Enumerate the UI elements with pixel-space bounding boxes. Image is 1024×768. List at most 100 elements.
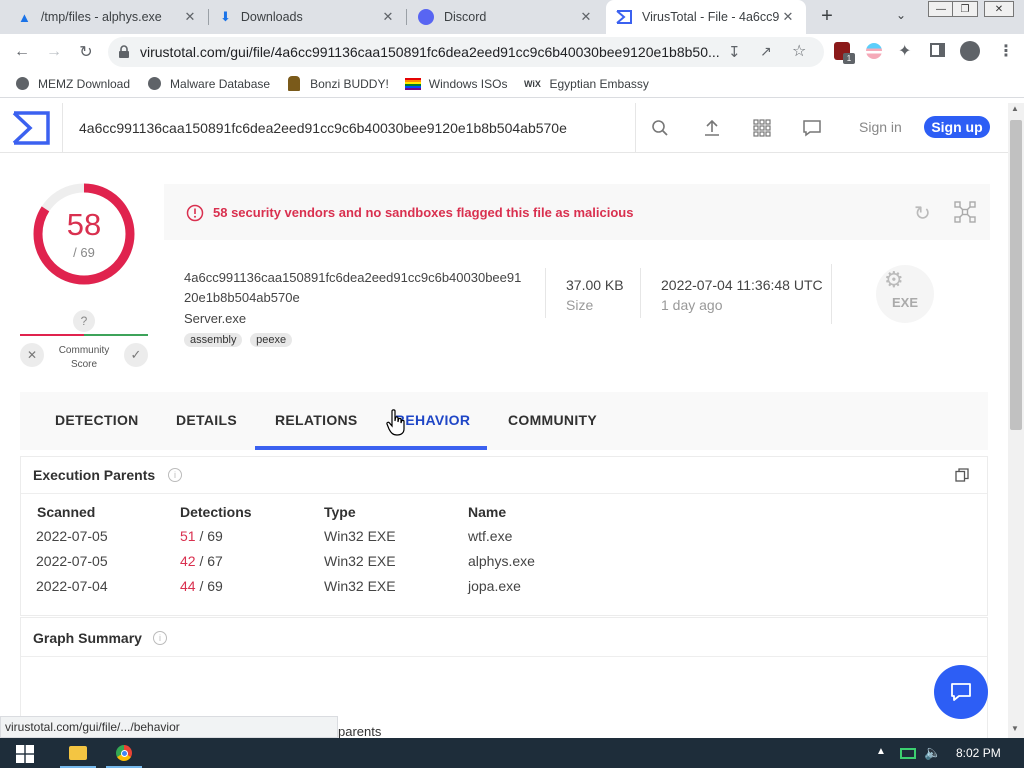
close-icon[interactable]: ✕ (182, 9, 198, 25)
virustotal-logo-icon[interactable] (12, 111, 50, 145)
detection-count: 58 (66, 207, 102, 242)
tab-detection[interactable]: DETECTION (55, 412, 139, 428)
puzzle-extensions-icon[interactable]: ✦ (898, 41, 911, 61)
sign-up-button[interactable]: Sign up (924, 116, 990, 138)
flag-extension-icon[interactable] (866, 43, 882, 59)
tab-relations[interactable]: RELATIONS (275, 412, 358, 428)
tag-assembly[interactable]: assembly (184, 333, 243, 347)
execution-parents-card: Execution Parents i Scanned Detections T… (20, 456, 988, 616)
bookmark-egyptian-embassy[interactable]: WiX Egyptian Embassy (523, 76, 649, 92)
kebab-menu-icon[interactable]: ⋮ (998, 41, 1014, 61)
close-window-button[interactable]: ✕ (984, 1, 1014, 17)
close-icon[interactable]: ✕ (578, 9, 594, 25)
file-name: Server.exe (184, 311, 247, 326)
tab-search-chevron-icon[interactable]: ⌄ (896, 8, 906, 22)
info-icon[interactable]: i (168, 468, 182, 482)
close-icon[interactable]: ✕ (780, 9, 796, 25)
malicious-banner: 58 security vendors and no sandboxes fla… (164, 184, 990, 240)
back-arrow-icon[interactable]: ← (10, 40, 34, 64)
browser-tab-downloads[interactable]: ⬇ Downloads ✕ (210, 0, 406, 34)
volume-icon[interactable]: 🔈 (924, 744, 941, 761)
bookmark-windows-isos[interactable]: Windows ISOs (404, 76, 507, 92)
divider (545, 268, 546, 318)
sign-in-link[interactable]: Sign in (859, 119, 902, 135)
folder-icon (69, 746, 87, 760)
browser-tab-files[interactable]: ▲ /tmp/files - alphys.exe ✕ (8, 0, 208, 34)
extension-badge: 1 (843, 53, 855, 64)
browser-tab-virustotal[interactable]: VirusTotal - File - 4a6cc99 ✕ (606, 0, 806, 34)
cell-detections: 42 / 67 (180, 553, 223, 569)
detections-positive: 51 (180, 528, 196, 544)
bookmark-label: Egyptian Embassy (549, 76, 649, 91)
tray-overflow-chevron-icon[interactable]: ▲ (876, 746, 886, 757)
gear-icon: ⚙ (884, 267, 904, 292)
upload-icon[interactable] (700, 116, 724, 140)
bookmark-bonzi-buddy[interactable]: Bonzi BUDDY! (286, 76, 389, 92)
graph-view-icon[interactable] (954, 201, 976, 223)
bookmark-memz[interactable]: MEMZ Download (14, 76, 130, 92)
community-label-line2: Score (70, 359, 98, 370)
cell-name[interactable]: jopa.exe (468, 578, 521, 594)
analysis-date-ago: 1 day ago (661, 297, 723, 313)
taskbar-clock[interactable]: 8:02 PM (956, 746, 1001, 760)
execution-parents-title: Execution Parents (33, 467, 156, 483)
scroll-down-arrow-icon[interactable]: ▼ (1011, 724, 1019, 733)
chat-support-button[interactable] (934, 665, 988, 719)
reanalyze-icon[interactable]: ↻ (914, 201, 931, 226)
search-input[interactable]: 4a6cc991136caa150891fc6dea2eed91cc9c6b40… (62, 103, 636, 153)
chrome-icon (116, 745, 132, 761)
community-score-bar-bad (20, 334, 84, 336)
restore-button[interactable]: ❐ (952, 1, 978, 17)
cell-detections: 44 / 69 (180, 578, 223, 594)
profile-avatar-icon[interactable] (960, 41, 980, 61)
tab-title: Downloads (240, 10, 303, 24)
cell-name[interactable]: alphys.exe (468, 553, 535, 569)
divider (640, 268, 641, 318)
minimize-button[interactable]: — (928, 1, 954, 17)
browser-tab-discord[interactable]: Discord ✕ (408, 0, 604, 34)
tag-peexe[interactable]: peexe (250, 333, 293, 347)
info-icon[interactable]: i (153, 631, 167, 645)
chat-bubble-icon[interactable] (800, 116, 824, 140)
detections-total: / 69 (199, 578, 223, 594)
scroll-up-arrow-icon[interactable]: ▲ (1011, 104, 1019, 113)
community-score-help[interactable]: ? (73, 310, 95, 332)
taskbar-chrome[interactable] (106, 738, 142, 768)
address-bar[interactable]: virustotal.com/gui/file/4a6cc991136caa15… (108, 37, 824, 67)
tab-details[interactable]: DETAILS (176, 412, 237, 428)
scrollbar-thumb[interactable] (1010, 120, 1022, 430)
lock-icon (119, 45, 129, 58)
side-panel-icon[interactable] (930, 43, 945, 57)
bookmark-label: Bonzi BUDDY! (310, 76, 389, 91)
file-type-icon: ⚙ EXE (876, 265, 934, 323)
reload-icon[interactable]: ↻ (74, 40, 98, 64)
copy-icon[interactable] (955, 468, 969, 482)
bookmark-malware-database[interactable]: Malware Database (146, 76, 270, 92)
close-icon[interactable]: ✕ (380, 9, 396, 25)
new-tab-button[interactable]: + (816, 5, 838, 27)
tab-title: Discord (444, 10, 487, 24)
tab-behavior[interactable]: BEHAVIOR (395, 412, 470, 428)
taskbar-file-explorer[interactable] (60, 738, 96, 768)
windows-start-icon[interactable] (16, 745, 34, 763)
file-hash-line1: 4a6cc991136caa150891fc6dea2eed91cc9c6b40… (184, 270, 522, 285)
discord-icon (418, 9, 434, 25)
col-scanned: Scanned (37, 504, 96, 520)
vote-malicious-button[interactable]: ✕ (20, 343, 44, 367)
windows-taskbar: ▲ 🔈 8:02 PM (0, 738, 1024, 768)
col-detections: Detections (180, 504, 252, 520)
install-app-icon[interactable]: ↧ (728, 43, 741, 61)
vote-harmless-button[interactable]: ✓ (124, 343, 148, 367)
share-icon[interactable]: ↗ (760, 43, 772, 60)
graph-summary-title: Graph Summary (33, 630, 142, 646)
network-icon[interactable] (900, 748, 916, 759)
apps-grid-icon[interactable] (750, 116, 774, 140)
cell-detections: 51 / 69 (180, 528, 223, 544)
bookmark-star-icon[interactable]: ☆ (792, 41, 806, 61)
search-icon[interactable] (648, 116, 672, 140)
bonzi-icon (286, 76, 302, 92)
cell-type: Win32 EXE (324, 578, 396, 594)
forward-arrow-icon[interactable]: → (42, 40, 66, 64)
cell-name[interactable]: wtf.exe (468, 528, 512, 544)
tab-community[interactable]: COMMUNITY (508, 412, 597, 428)
